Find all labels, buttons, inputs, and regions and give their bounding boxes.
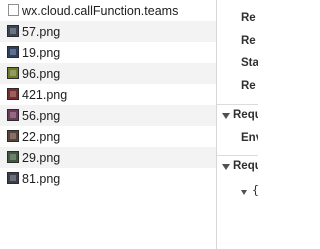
image-thumbnail-icon: [7, 130, 19, 142]
request-name: 421.png: [22, 87, 68, 102]
image-thumbnail-icon: [7, 172, 19, 184]
request-details-pane: Re Re Sta Re Requ Env Requ {: [217, 0, 258, 249]
image-thumbnail-icon: [7, 151, 19, 163]
request-row-96-png[interactable]: 96.png: [0, 63, 216, 84]
devtools-network-panel: wx.cloud.callFunction.teams 57.png 19.pn…: [0, 0, 258, 249]
caret-down-icon[interactable]: [241, 190, 247, 195]
general-label: Re: [241, 12, 256, 24]
image-thumbnail-icon: [7, 25, 19, 37]
image-thumbnail-icon: [7, 67, 19, 79]
request-row-callfunction[interactable]: wx.cloud.callFunction.teams: [0, 0, 216, 21]
general-label: Re: [241, 80, 256, 92]
image-thumbnail-icon: [7, 88, 19, 100]
request-list: wx.cloud.callFunction.teams 57.png 19.pn…: [0, 0, 216, 189]
section-row-label: Env: [241, 132, 258, 144]
request-list-pane: wx.cloud.callFunction.teams 57.png 19.pn…: [0, 0, 216, 249]
request-row-56-png[interactable]: 56.png: [0, 105, 216, 126]
caret-down-icon[interactable]: [222, 164, 230, 170]
general-label: Sta: [241, 57, 258, 69]
request-name: 96.png: [22, 66, 61, 81]
image-thumbnail-icon: [7, 46, 19, 58]
file-icon: [8, 4, 19, 16]
payload-open-brace: {: [252, 183, 258, 197]
request-row-57-png[interactable]: 57.png: [0, 21, 216, 42]
request-name: 81.png: [22, 171, 61, 186]
request-row-19-png[interactable]: 19.png: [0, 42, 216, 63]
request-name: 57.png: [22, 24, 61, 39]
request-name: 22.png: [22, 129, 61, 144]
image-thumbnail-icon: [7, 109, 19, 121]
request-row-29-png[interactable]: 29.png: [0, 147, 216, 168]
section-header-request[interactable]: Requ: [217, 104, 258, 127]
request-name: 29.png: [22, 150, 61, 165]
caret-down-icon[interactable]: [222, 113, 230, 119]
request-row-81-png[interactable]: 81.png: [0, 168, 216, 189]
request-name: 19.png: [22, 45, 61, 60]
request-row-421-png[interactable]: 421.png: [0, 84, 216, 105]
section-title: Requ: [233, 160, 258, 172]
section-header-request-payload[interactable]: Requ: [217, 155, 258, 178]
section-title: Requ: [233, 109, 258, 121]
request-row-22-png[interactable]: 22.png: [0, 126, 216, 147]
general-label: Re: [241, 35, 256, 47]
request-name: wx.cloud.callFunction.teams: [22, 3, 179, 18]
request-name: 56.png: [22, 108, 61, 123]
